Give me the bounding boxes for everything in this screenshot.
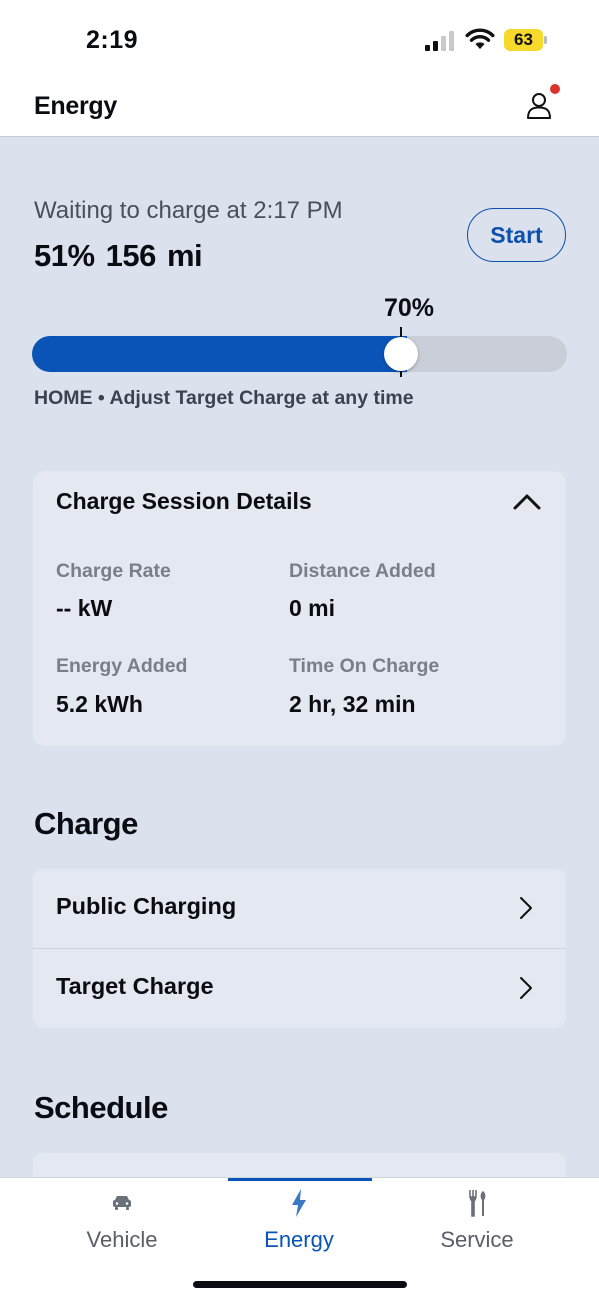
- tab-energy[interactable]: Energy: [229, 1178, 369, 1258]
- distance-added-label: Distance Added: [289, 560, 436, 582]
- tab-vehicle[interactable]: Vehicle: [52, 1178, 192, 1258]
- chevron-up-icon[interactable]: [509, 489, 545, 515]
- list-item-target-charge[interactable]: Target Charge: [33, 949, 566, 1028]
- charge-level-text: 51% 156 mi: [34, 238, 203, 273]
- list-item-public-charging[interactable]: Public Charging: [33, 869, 566, 948]
- tab-service[interactable]: Service: [407, 1178, 547, 1258]
- schedule-section-heading: Schedule: [34, 1090, 168, 1125]
- charge-rate-value: -- kW: [56, 595, 113, 621]
- charge-session-card: Charge Session Details Charge Rate -- kW…: [33, 471, 566, 746]
- target-charge-label: 70%: [384, 294, 435, 322]
- battery-level: 63: [504, 29, 543, 51]
- page-title: Energy: [34, 92, 117, 120]
- chevron-right-icon: [520, 977, 532, 999]
- charge-status-text: Waiting to charge at 2:17 PM: [34, 197, 343, 224]
- public-charging-label: Public Charging: [56, 893, 237, 919]
- chevron-right-icon: [520, 897, 532, 919]
- car-icon: [113, 1196, 131, 1210]
- charge-progress-bar: [32, 336, 567, 372]
- cellular-signal-icon: [425, 31, 457, 51]
- lightning-icon: [292, 1189, 306, 1217]
- tab-energy-label: Energy: [264, 1227, 334, 1252]
- session-card-title: Charge Session Details: [56, 488, 312, 514]
- charge-location-note: HOME • Adjust Target Charge at any time: [34, 387, 414, 409]
- tools-icon: [469, 1190, 486, 1217]
- time-on-charge-label: Time On Charge: [289, 655, 440, 677]
- tab-service-label: Service: [440, 1227, 514, 1252]
- charge-rate-label: Charge Rate: [56, 560, 171, 582]
- time-on-charge-value: 2 hr, 32 min: [289, 691, 416, 717]
- home-indicator: [193, 1281, 407, 1288]
- charge-progress-fill: [32, 336, 407, 372]
- charge-options-list: Public Charging Target Charge: [33, 869, 566, 1028]
- energy-added-value: 5.2 kWh: [56, 691, 143, 717]
- app-header: Energy: [0, 80, 599, 137]
- status-bar: 2:19 63: [0, 0, 599, 80]
- notification-badge: [550, 84, 560, 94]
- charge-section-heading: Charge: [34, 806, 138, 841]
- battery-icon: 63: [504, 29, 548, 51]
- tab-vehicle-label: Vehicle: [86, 1227, 158, 1252]
- target-charge-row-label: Target Charge: [56, 973, 214, 999]
- distance-added-value: 0 mi: [289, 595, 336, 621]
- wifi-icon: [465, 28, 495, 49]
- target-slider-handle[interactable]: [384, 337, 418, 371]
- start-charge-button[interactable]: Start: [467, 208, 566, 262]
- status-time: 2:19: [86, 26, 139, 54]
- energy-added-label: Energy Added: [56, 655, 188, 677]
